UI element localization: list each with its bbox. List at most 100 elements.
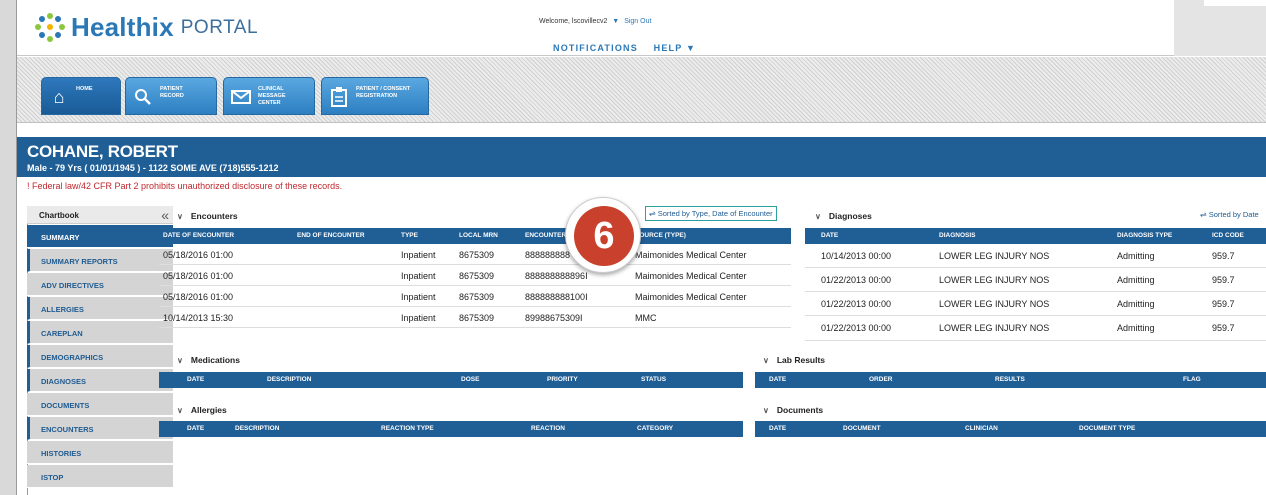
help-menu[interactable]: HELP ▼ [654,43,696,53]
sort-icon: ⇌ [649,209,656,218]
encounters-table-header: DATE OF ENCOUNTER END OF ENCOUNTER TYPE … [159,228,791,244]
sidebar-item-demographics[interactable]: DEMOGRAPHICS [27,345,173,368]
tab-patient-consent-registration[interactable]: PATIENT / CONSENT REGISTRATION [321,77,429,115]
patient-name: COHANE, ROBERT [27,142,178,161]
healthix-logo[interactable]: Healthix PORTAL [35,12,258,43]
col-date[interactable]: DATE [769,425,786,432]
sidebar-item-adv-directives[interactable]: ADV DIRECTIVES [27,273,173,296]
table-row[interactable]: 10/14/2013 00:00 LOWER LEG INJURY NOS Ad… [805,244,1266,268]
chartbook-title: Chartbook [39,211,79,220]
diagnoses-sort-button[interactable]: ⇌ Sorted by Date [1197,208,1262,221]
chartbook-header: Chartbook « [27,206,173,224]
sign-out-link[interactable]: Sign Out [624,18,651,25]
cell: Inpatient [401,250,436,260]
chevron-down-icon: ∨ [177,406,183,415]
table-row[interactable]: 05/18/2016 01:00 Inpatient 8675309 88888… [159,286,791,307]
col-source-type[interactable]: SOURCE (TYPE) [635,232,686,239]
col-results[interactable]: RESULTS [995,376,1025,383]
col-reaction[interactable]: REACTION [531,425,565,432]
table-row[interactable]: 05/18/2016 01:00 Inpatient 8675309 88888… [159,265,791,286]
user-menu-chevron-icon[interactable]: ▼ [612,18,619,25]
cell: Maimonides Medical Center [635,292,747,302]
medications-title: Medications [190,355,240,365]
lab-results-section-header[interactable]: ∨ Lab Results [763,355,825,365]
tab-label: CLINICAL MESSAGE CENTER [258,86,286,106]
table-row[interactable]: 01/22/2013 00:00 LOWER LEG INJURY NOS Ad… [805,316,1266,341]
col-priority[interactable]: PRIORITY [547,376,578,383]
col-category[interactable]: CATEGORY [637,425,673,432]
encounters-sort-button[interactable]: ⇌ Sorted by Type, Date of Encounter [645,206,777,221]
logo-text: Healthix [71,12,174,42]
col-dose[interactable]: DOSE [461,376,479,383]
sidebar-item-histories[interactable]: HISTORIES [27,441,173,464]
col-diagnosis[interactable]: DIAGNOSIS [939,232,975,239]
sidebar-item-istop[interactable]: iSTOP [27,465,173,488]
table-row[interactable]: 01/22/2013 00:00 LOWER LEG INJURY NOS Ad… [805,292,1266,316]
documents-section-header[interactable]: ∨ Documents [763,405,823,415]
tab-patient-record[interactable]: PATIENT RECORD [125,77,217,115]
col-document[interactable]: DOCUMENT [843,425,881,432]
cell: LOWER LEG INJURY NOS [939,275,1050,285]
encounters-section-header[interactable]: ∨ Encounters [177,211,238,221]
tab-label: HOME [76,86,93,92]
tab-home[interactable]: ⌂ HOME [41,77,121,115]
chevron-down-icon: ∨ [763,406,769,415]
sidebar-item-encounters[interactable]: ENCOUNTERS [27,417,173,440]
callout-number: 6 [574,206,634,266]
search-icon [132,86,154,108]
medications-table-header: DATE DESCRIPTION DOSE PRIORITY STATUS [159,372,743,388]
sidebar-item-summary-reports[interactable]: SUMMARY REPORTS [27,249,173,272]
col-date[interactable]: DATE [821,232,838,239]
cell: 89988675309I [525,313,583,323]
col-end-of-encounter[interactable]: END OF ENCOUNTER [297,232,365,239]
col-date[interactable]: DATE [187,425,204,432]
col-local-mrn[interactable]: LOCAL MRN [459,232,498,239]
col-date[interactable]: DATE [769,376,786,383]
col-reaction-type[interactable]: REACTION TYPE [381,425,434,432]
sidebar-item-summary[interactable]: SUMMARY [27,225,173,248]
allergies-section-header[interactable]: ∨ Allergies [177,405,227,415]
disclosure-warning: ! Federal law/42 CFR Part 2 prohibits un… [27,181,343,191]
table-row[interactable]: 01/22/2013 00:00 LOWER LEG INJURY NOS Ad… [805,268,1266,292]
col-date-of-encounter[interactable]: DATE OF ENCOUNTER [163,232,234,239]
welcome-text: Welcome, lscovillecv2 [539,18,608,25]
sidebar-item-allergies[interactable]: ALLERGIES [27,297,173,320]
diagnoses-section-header[interactable]: ∨ Diagnoses [815,211,872,221]
col-flag[interactable]: FLAG [1183,376,1201,383]
notifications-link[interactable]: NOTIFICATIONS [553,43,638,53]
sidebar-item-documents[interactable]: DOCUMENTS [27,393,173,416]
col-description[interactable]: DESCRIPTION [267,376,311,383]
sidebar-item-careplan[interactable]: CAREPLAN [27,321,173,344]
col-date[interactable]: DATE [187,376,204,383]
tab-label: PATIENT / CONSENT REGISTRATION [356,86,411,99]
col-diagnosis-type[interactable]: DIAGNOSIS TYPE [1117,232,1172,239]
lab-results-title: Lab Results [776,355,826,365]
col-clinician[interactable]: CLINICIAN [965,425,998,432]
patient-info: Male - 79 Yrs ( 01/01/1945 ) - 1122 SOME… [27,163,279,173]
cell: Maimonides Medical Center [635,271,747,281]
cell: Admitting [1117,251,1155,261]
home-icon: ⌂ [53,86,65,107]
lab-results-table-header: DATE ORDER RESULTS FLAG [755,372,1266,388]
cell: 01/22/2013 00:00 [821,299,892,309]
collapse-sidebar-icon[interactable]: « [161,207,169,223]
portal-frame: Healthix PORTAL Welcome, lscovillecv2 ▼ … [16,0,1266,495]
tab-clinical-message-center[interactable]: CLINICAL MESSAGE CENTER [223,77,315,115]
col-document-type[interactable]: DOCUMENT TYPE [1079,425,1135,432]
col-icd-code[interactable]: ICD CODE [1212,232,1244,239]
main-nav-band: ⌂ HOME PATIENT RECORD CLINICAL MESSAGE C… [17,57,1266,123]
cell: MMC [635,313,657,323]
medications-section-header[interactable]: ∨ Medications [177,355,240,365]
sort-label: Sorted by Date [1208,210,1259,219]
cell: 01/22/2013 00:00 [821,275,892,285]
chevron-down-icon: ∨ [177,356,183,365]
col-type[interactable]: TYPE [401,232,418,239]
sidebar-item-diagnoses[interactable]: DIAGNOSES [27,369,173,392]
logo-portal-text: PORTAL [180,16,259,38]
col-order[interactable]: ORDER [869,376,892,383]
col-status[interactable]: STATUS [641,376,666,383]
table-row[interactable]: 10/14/2013 15:30 Inpatient 8675309 89988… [159,307,791,328]
table-row[interactable]: 05/18/2016 01:00 Inpatient 8675309 88888… [159,244,791,265]
col-description[interactable]: DESCRIPTION [235,425,279,432]
cell: Admitting [1117,275,1155,285]
